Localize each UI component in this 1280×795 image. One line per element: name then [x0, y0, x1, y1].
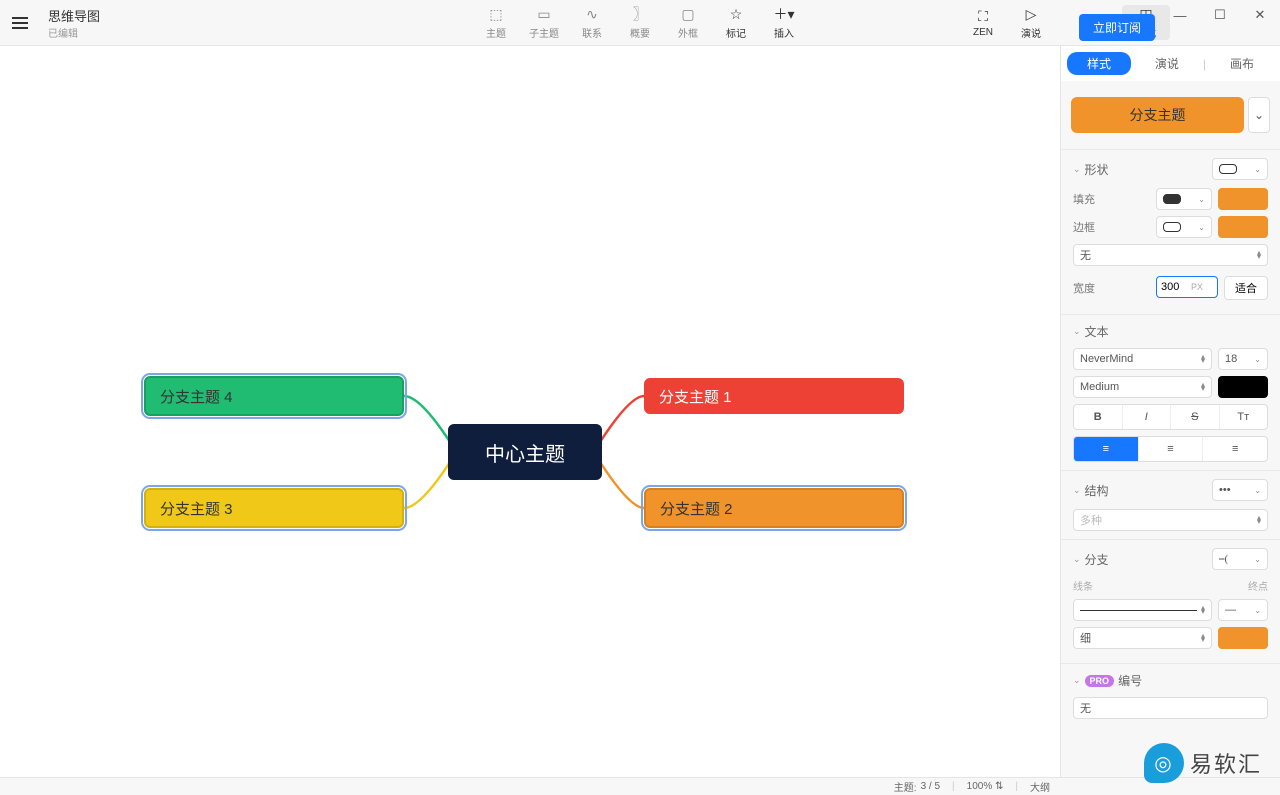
width-label: 宽度	[1073, 280, 1095, 296]
topic-button[interactable]: ⬚主题	[472, 5, 520, 40]
topics-count: 3 / 5	[921, 781, 940, 792]
chevron-down-icon: ⌄	[1073, 164, 1081, 175]
central-topic-node[interactable]: 中心主题	[448, 424, 602, 480]
panel-tabs: 样式 演说 | 画布	[1061, 46, 1280, 81]
border-color-swatch[interactable]	[1218, 216, 1268, 238]
section-numbering: ⌄PRO编号 无	[1061, 663, 1280, 727]
text-format-row: B I S Tт	[1073, 404, 1268, 430]
insert-icon: ＋▾	[773, 5, 794, 23]
window-controls: — ☐ ✕	[1160, 0, 1280, 30]
subscribe-button[interactable]: 立即订阅	[1079, 14, 1155, 41]
watermark: ◎ 易软汇	[1144, 743, 1262, 783]
branch-node-2[interactable]: 分支主题 2	[644, 488, 904, 528]
structure-value[interactable]: 多种▴▾	[1073, 509, 1268, 531]
border-type-selector[interactable]: ⌄	[1156, 216, 1212, 238]
section-text: ⌄文本 NeverMind▴▾ 18⌄ Medium▴▾ B I S Tт ≡ …	[1061, 314, 1280, 470]
font-weight-selector[interactable]: Medium▴▾	[1073, 376, 1212, 398]
maximize-button[interactable]: ☐	[1200, 0, 1240, 30]
toolbar-right-group: ⛶ZEN ▷演说	[959, 5, 1055, 40]
tab-pitch[interactable]: 演说	[1135, 52, 1199, 75]
summary-icon: 〗	[633, 5, 647, 23]
branch-line-label: 线条	[1073, 578, 1093, 593]
boundary-button[interactable]: ▢外框	[664, 5, 712, 40]
structure-icon-selector[interactable]: •••⌄	[1212, 479, 1268, 501]
shape-selector[interactable]: ⌄	[1212, 158, 1268, 180]
tab-canvas[interactable]: 画布	[1210, 52, 1274, 75]
font-size-selector[interactable]: 18⌄	[1218, 348, 1268, 370]
branch-line-style[interactable]: ▴▾	[1073, 599, 1212, 621]
close-button[interactable]: ✕	[1240, 0, 1280, 30]
section-text-title: 文本	[1085, 323, 1109, 340]
width-input-field[interactable]	[1161, 281, 1191, 293]
case-button[interactable]: Tт	[1220, 405, 1268, 429]
font-family-selector[interactable]: NeverMind▴▾	[1073, 348, 1212, 370]
branch-node-1[interactable]: 分支主题 1	[644, 378, 904, 414]
summary-button[interactable]: 〗概要	[616, 5, 664, 40]
topics-label: 主题:	[894, 779, 917, 794]
mindmap-canvas[interactable]: 中心主题 分支主题 1 分支主题 2 分支主题 3 分支主题 4	[0, 46, 1060, 777]
width-input[interactable]: PX	[1156, 276, 1218, 298]
branch-node-3[interactable]: 分支主题 3	[144, 488, 404, 528]
section-branch-title: 分支	[1085, 551, 1109, 568]
branch-color-swatch[interactable]	[1218, 627, 1268, 649]
branch-shape-selector[interactable]: ⎯(⌄	[1212, 548, 1268, 570]
tab-separator: |	[1203, 57, 1206, 71]
branch-thickness[interactable]: 细▴▾	[1073, 627, 1212, 649]
border-label: 边框	[1073, 219, 1095, 235]
toolbar-center-group: ⬚主题 ▭子主题 ∿联系 〗概要 ▢外框 ☆标记 ＋▾插入	[472, 5, 808, 40]
pitch-button[interactable]: ▷演说	[1007, 5, 1055, 40]
hamburger-menu[interactable]	[0, 0, 40, 46]
text-color-swatch[interactable]	[1218, 376, 1268, 398]
fit-button[interactable]: 适合	[1224, 276, 1268, 300]
branch-endpoint-label: 终点	[1248, 578, 1268, 593]
align-left-button[interactable]: ≡	[1074, 437, 1139, 461]
marker-button[interactable]: ☆标记	[712, 5, 760, 40]
italic-button[interactable]: I	[1123, 405, 1172, 429]
boundary-icon: ▢	[681, 5, 694, 23]
pro-badge: PRO	[1085, 675, 1115, 687]
style-preview-dropdown[interactable]: ⌄	[1248, 97, 1270, 133]
statusbar: 主题: 3 / 5 | 100% ⇅ | 大纲	[0, 777, 1280, 795]
section-numbering-title: 编号	[1118, 672, 1142, 689]
border-line-style[interactable]: 无▴▾	[1073, 244, 1268, 266]
document-title: 思维导图	[48, 6, 100, 25]
menu-icon	[12, 17, 28, 29]
outline-toggle[interactable]: 大纲	[1030, 779, 1050, 794]
marker-icon: ☆	[730, 5, 743, 23]
document-status: 已编辑	[48, 25, 100, 40]
fill-color-swatch[interactable]	[1218, 188, 1268, 210]
relation-button[interactable]: ∿联系	[568, 5, 616, 40]
topic-icon: ⬚	[489, 5, 502, 23]
bold-button[interactable]: B	[1074, 405, 1123, 429]
zen-icon: ⛶	[978, 7, 988, 25]
relation-icon: ∿	[586, 5, 598, 23]
subtopic-icon: ▭	[537, 5, 550, 23]
zen-button[interactable]: ⛶ZEN	[959, 5, 1007, 40]
watermark-icon: ◎	[1144, 743, 1184, 783]
section-structure-title: 结构	[1085, 482, 1109, 499]
section-structure: ⌄结构 •••⌄ 多种▴▾	[1061, 470, 1280, 539]
section-branch: ⌄分支 ⎯(⌄ 线条 终点 ▴▾ —⌄ 细▴▾	[1061, 539, 1280, 663]
section-shape: ⌄ 形状 ⌄ 填充 ⌄ 边框 ⌄ 无▴▾ 宽度 PX	[1061, 149, 1280, 314]
text-align-row: ≡ ≡ ≡	[1073, 436, 1268, 462]
fill-label: 填充	[1073, 191, 1095, 207]
minimize-button[interactable]: —	[1160, 0, 1200, 30]
branch-endpoint-style[interactable]: —⌄	[1218, 599, 1268, 621]
fill-type-selector[interactable]: ⌄	[1156, 188, 1212, 210]
pitch-icon: ▷	[1026, 5, 1037, 23]
subtopic-button[interactable]: ▭子主题	[520, 5, 568, 40]
tab-style[interactable]: 样式	[1067, 52, 1131, 75]
align-center-button[interactable]: ≡	[1139, 437, 1204, 461]
strike-button[interactable]: S	[1171, 405, 1220, 429]
zoom-level[interactable]: 100% ⇅	[967, 781, 1004, 792]
numbering-value[interactable]: 无	[1073, 697, 1268, 719]
branch-node-4[interactable]: 分支主题 4	[144, 376, 404, 416]
insert-button[interactable]: ＋▾插入	[760, 5, 808, 40]
format-panel: 样式 演说 | 画布 分支主题 ⌄ ⌄形状 ⌄ 填充 ⌄ 边框 ⌄ 无▴▾	[1060, 46, 1280, 777]
align-right-button[interactable]: ≡	[1203, 437, 1267, 461]
section-shape-title: 形状	[1085, 161, 1109, 178]
style-preview-swatch[interactable]: 分支主题	[1071, 97, 1244, 133]
